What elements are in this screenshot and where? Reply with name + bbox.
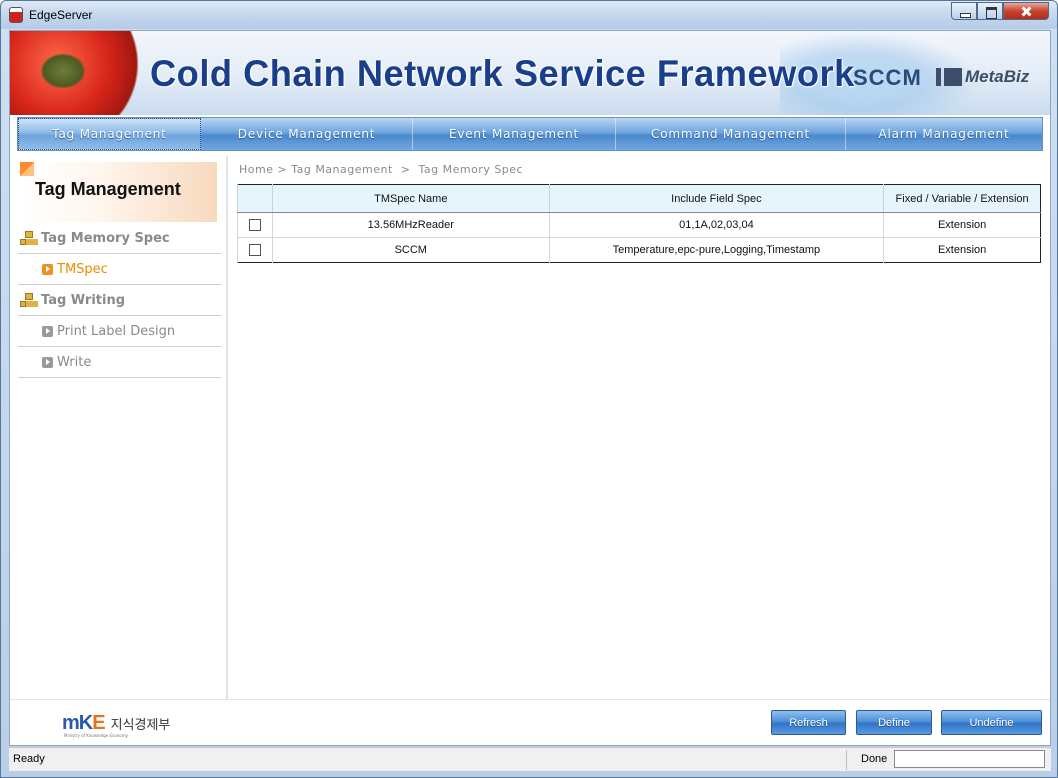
row-checkbox[interactable]: [248, 219, 261, 232]
metabiz-mark-icon: [936, 68, 962, 86]
nav-command-management[interactable]: Command Management: [616, 118, 846, 150]
maximize-icon[interactable]: [977, 2, 1003, 20]
sidebar-item-write[interactable]: Write: [18, 347, 221, 378]
define-button[interactable]: Define: [856, 710, 932, 735]
nav-event-management[interactable]: Event Management: [413, 118, 616, 150]
main-nav: Tag Management Device Management Event M…: [17, 117, 1043, 151]
main-content: Home > Tag Management > Tag Memory Spec …: [230, 156, 1050, 699]
tree-icon: [20, 293, 36, 307]
include-field-spec-column-header[interactable]: Include Field Spec: [548, 184, 884, 213]
type-column-header[interactable]: Fixed / Variable / Extension: [883, 184, 1041, 213]
include-field-spec-cell[interactable]: Temperature,epc-pure,Logging,Timestamp: [548, 237, 884, 263]
app-window: EdgeServer Cold Chain Network Service Fr…: [0, 0, 1058, 778]
sccm-logo: SCCM: [853, 65, 922, 90]
status-divider: [846, 750, 847, 770]
nav-device-management[interactable]: Device Management: [201, 118, 413, 150]
mke-logo: mKE 지식경제부: [62, 712, 170, 735]
window-title: EdgeServer: [29, 8, 93, 22]
tmspec-table: TMSpec Name Include Field Spec Fixed / V…: [237, 184, 1041, 263]
table-header-row: TMSpec Name Include Field Spec Fixed / V…: [237, 184, 1041, 213]
sidebar-header: Tag Management: [20, 162, 217, 222]
nav-alarm-management[interactable]: Alarm Management: [846, 118, 1042, 150]
status-progress-box: [894, 750, 1045, 768]
sidebar: Tag Management Tag Memory Spec TMSpec Ta…: [10, 156, 228, 699]
sidebar-title: Tag Management: [35, 179, 181, 199]
status-text: Ready: [13, 753, 45, 765]
corner-mark-icon: [20, 162, 34, 176]
window-controls: [951, 2, 1049, 21]
sidebar-group-tag-writing[interactable]: Tag Writing: [18, 285, 221, 316]
banner-title: Cold Chain Network Service Framework: [150, 53, 855, 94]
mke-logo-korean: 지식경제부: [110, 718, 171, 733]
type-cell[interactable]: Extension: [883, 237, 1041, 263]
table-row[interactable]: 13.56MHzReader 01,1A,02,03,04 Extension: [237, 212, 1041, 238]
title-bar[interactable]: EdgeServer: [1, 1, 1057, 29]
tmspec-name-column-header[interactable]: TMSpec Name: [271, 184, 550, 213]
header-banner: Cold Chain Network Service Framework SCC…: [10, 31, 1050, 115]
footer-bar: mKE 지식경제부 Ministry of Knowledge Economy …: [10, 699, 1050, 745]
metabiz-logo: MetaBiz: [936, 65, 1029, 89]
sidebar-group-label: Tag Memory Spec: [41, 230, 170, 246]
row-checkbox-cell: [237, 212, 273, 238]
undefine-button[interactable]: Undefine: [941, 710, 1042, 735]
refresh-button[interactable]: Refresh: [771, 710, 846, 735]
mke-logo-mark: mKE: [62, 712, 106, 734]
sidebar-group-label: Tag Writing: [41, 292, 126, 308]
minimize-icon[interactable]: [951, 2, 977, 20]
tomato-leaf-image: [40, 53, 86, 89]
sidebar-menu: Tag Memory Spec TMSpec Tag Writing Print…: [18, 223, 221, 378]
table-row[interactable]: SCCM Temperature,epc-pure,Logging,Timest…: [237, 237, 1041, 263]
sidebar-item-tmspec[interactable]: TMSpec: [18, 254, 221, 285]
tmspec-name-cell[interactable]: SCCM: [271, 237, 550, 263]
row-checkbox-cell: [237, 237, 273, 263]
status-done-text: Done: [861, 753, 888, 765]
arrow-bullet-icon: [42, 325, 53, 337]
include-field-spec-cell[interactable]: 01,1A,02,03,04: [548, 212, 884, 238]
select-column-header: [237, 184, 273, 213]
tree-icon: [20, 231, 36, 245]
sidebar-item-label: Write: [57, 354, 92, 370]
sidebar-item-label: TMSpec: [57, 261, 108, 277]
close-icon[interactable]: [1003, 2, 1049, 20]
breadcrumb: Home > Tag Management > Tag Memory Spec: [239, 163, 524, 176]
type-cell[interactable]: Extension: [883, 212, 1041, 238]
app-icon: [9, 7, 23, 23]
nav-tag-management[interactable]: Tag Management: [18, 118, 201, 150]
arrow-bullet-icon: [42, 356, 53, 368]
client-area: Cold Chain Network Service Framework SCC…: [9, 30, 1051, 746]
status-bar: Ready Done: [9, 747, 1051, 771]
sidebar-group-tag-memory-spec[interactable]: Tag Memory Spec: [18, 223, 221, 254]
metabiz-logo-text: MetaBiz: [965, 67, 1030, 86]
row-checkbox[interactable]: [248, 244, 261, 257]
sidebar-item-label: Print Label Design: [57, 323, 176, 339]
sidebar-item-print-label-design[interactable]: Print Label Design: [18, 316, 221, 347]
arrow-bullet-icon: [42, 263, 53, 275]
mke-logo-subtitle: Ministry of Knowledge Economy: [64, 733, 128, 738]
tmspec-name-cell[interactable]: 13.56MHzReader: [271, 212, 550, 238]
